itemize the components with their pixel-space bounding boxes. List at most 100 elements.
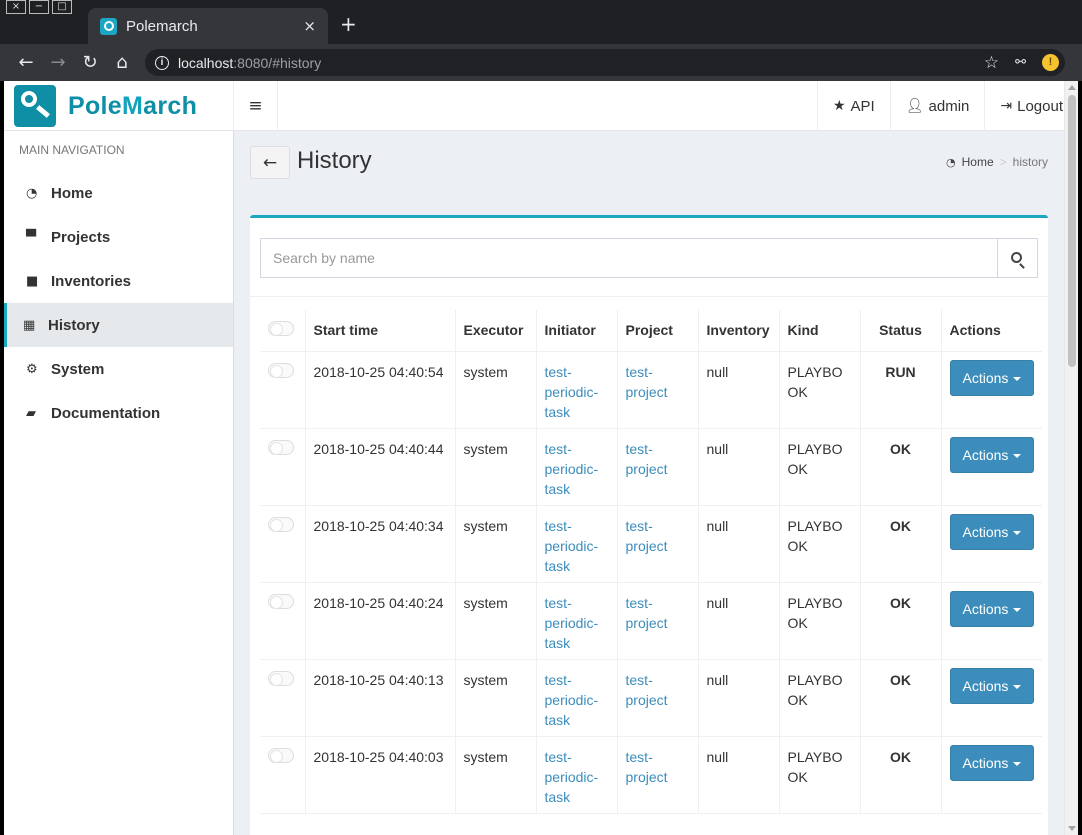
scroll-up-icon[interactable] <box>1068 85 1076 90</box>
executor-cell: system <box>455 582 537 660</box>
kind-cell: PLAYBOOK <box>779 351 861 429</box>
table-row[interactable]: 2018-10-25 04:40:24 system test-periodic-t… <box>260 582 1043 660</box>
book-icon: ▰ <box>26 405 36 421</box>
browser-tab[interactable]: Polemarch × <box>88 8 328 44</box>
kind-cell: PLAYBOOK <box>779 736 861 814</box>
sidebar-item-history[interactable]: ▦ History <box>4 303 233 347</box>
project-link[interactable]: test-project <box>626 441 668 477</box>
window-border-left <box>0 81 4 835</box>
column-header-start-time[interactable]: Start time <box>305 310 456 352</box>
sidebar-item-documentation[interactable]: ▰ Documentation <box>4 391 233 435</box>
caret-down-icon <box>1013 607 1022 612</box>
column-header-inventory[interactable]: Inventory <box>698 310 780 352</box>
initiator-cell: test-periodic-task <box>536 505 618 583</box>
dashboard-icon: ◔ <box>26 185 38 201</box>
column-header-executor[interactable]: Executor <box>455 310 537 352</box>
column-header-initiator[interactable]: Initiator <box>536 310 618 352</box>
row-select-toggle[interactable] <box>268 747 295 763</box>
row-select-toggle[interactable] <box>268 670 295 686</box>
calendar-icon: ▦ <box>23 317 36 333</box>
row-select-toggle[interactable] <box>268 439 295 455</box>
project-link[interactable]: test-project <box>626 595 668 631</box>
row-select-toggle[interactable] <box>268 362 295 378</box>
initiator-link[interactable]: test-periodic-task <box>545 518 599 574</box>
actions-cell: Actions <box>941 582 1043 660</box>
column-header-project[interactable]: Project <box>617 310 699 352</box>
row-select-toggle[interactable] <box>268 593 295 609</box>
project-link[interactable]: test-project <box>626 672 668 708</box>
update-alert-icon[interactable]: ! <box>1042 54 1059 71</box>
status-cell: OK <box>860 428 942 506</box>
address-bar[interactable]: i localhost:8080/#history ☆ ⚯ ! <box>145 49 1065 76</box>
project-link[interactable]: test-project <box>626 749 668 785</box>
back-arrow-icon[interactable]: ← <box>10 52 42 73</box>
row-select-toggle[interactable] <box>268 516 295 532</box>
vertical-scrollbar[interactable] <box>1064 81 1078 835</box>
sidebar-item-label: Inventories <box>51 272 132 290</box>
sidebar-item-label: History <box>48 316 100 334</box>
sidebar-toggle-button[interactable]: ≡ <box>234 81 278 131</box>
actions-dropdown-button[interactable]: Actions <box>949 590 1035 627</box>
new-tab-button[interactable]: + <box>340 12 357 36</box>
table-row[interactable]: 2018-10-25 04:40:34 system test-periodic-t… <box>260 505 1043 583</box>
sidebar-item-label: System <box>51 360 105 378</box>
status-cell: RUN <box>860 351 942 429</box>
sign-out-icon: ⇥ <box>1000 98 1013 114</box>
history-table: Start time Executor Initiator Project In… <box>260 310 1043 814</box>
table-row[interactable]: 2018-10-25 04:40:03 system test-periodic-t… <box>260 736 1043 814</box>
incognito-icon[interactable]: ⚯ <box>1015 55 1026 70</box>
project-cell: test-project <box>617 351 699 429</box>
sidebar-item-system[interactable]: ⚙ System <box>4 347 233 391</box>
initiator-link[interactable]: test-periodic-task <box>545 364 599 420</box>
site-info-icon[interactable]: i <box>155 55 169 70</box>
scroll-down-icon[interactable] <box>1068 826 1076 831</box>
sidebar-item-projects[interactable]: ▀ Projects <box>4 215 233 259</box>
select-all-cell <box>260 310 306 352</box>
table-row[interactable]: 2018-10-25 04:40:54 system test-periodic-t… <box>260 351 1043 429</box>
project-link[interactable]: test-project <box>626 364 668 400</box>
breadcrumb: ◔ Home > history <box>946 155 1048 169</box>
logo[interactable]: PoleMarch <box>4 81 234 131</box>
home-icon[interactable]: ⌂ <box>106 52 138 73</box>
table-row[interactable]: 2018-10-25 04:40:44 system test-periodic-t… <box>260 428 1043 506</box>
window-minimize-button[interactable]: − <box>29 0 49 14</box>
initiator-link[interactable]: test-periodic-task <box>545 595 599 651</box>
forward-arrow-icon[interactable]: → <box>42 52 74 73</box>
sidebar-item-inventories[interactable]: ■ Inventories <box>4 259 233 303</box>
status-badge: OK <box>890 748 911 765</box>
initiator-link[interactable]: test-periodic-task <box>545 749 599 805</box>
search-button[interactable] <box>997 239 1037 277</box>
initiator-link[interactable]: test-periodic-task <box>545 441 599 497</box>
actions-dropdown-button[interactable]: Actions <box>949 667 1035 704</box>
back-button[interactable]: ← <box>250 146 290 179</box>
caret-down-icon <box>1013 376 1022 381</box>
actions-dropdown-button[interactable]: Actions <box>949 436 1035 473</box>
project-cell: test-project <box>617 582 699 660</box>
tab-close-icon[interactable]: × <box>303 17 316 35</box>
api-label: API <box>850 97 875 115</box>
sidebar-item-home[interactable]: ◔ Home <box>4 171 233 215</box>
executor-cell: system <box>455 659 537 737</box>
scrollbar-thumb[interactable] <box>1068 95 1076 367</box>
window-maximize-button[interactable]: □ <box>52 0 72 14</box>
user-link[interactable]: 👤︎ admin <box>889 81 985 131</box>
actions-dropdown-button[interactable]: Actions <box>949 744 1035 781</box>
api-link[interactable]: ★ API <box>816 81 890 131</box>
actions-dropdown-button[interactable]: Actions <box>949 513 1035 550</box>
search-input[interactable] <box>261 239 997 277</box>
reload-icon[interactable]: ↻ <box>74 52 106 73</box>
column-header-status[interactable]: Status <box>860 310 942 352</box>
project-link[interactable]: test-project <box>626 518 668 554</box>
column-header-kind[interactable]: Kind <box>779 310 861 352</box>
executor-cell: system <box>455 428 537 506</box>
status-cell: OK <box>860 736 942 814</box>
arrow-left-icon: ← <box>262 152 278 173</box>
window-close-button[interactable]: × <box>6 0 26 14</box>
table-row[interactable]: 2018-10-25 04:40:13 system test-periodic-t… <box>260 659 1043 737</box>
initiator-link[interactable]: test-periodic-task <box>545 672 599 728</box>
bookmark-star-icon[interactable]: ☆ <box>984 53 999 73</box>
kind-cell: PLAYBOOK <box>779 659 861 737</box>
actions-dropdown-button[interactable]: Actions <box>949 359 1035 396</box>
breadcrumb-home-link[interactable]: Home <box>962 155 994 169</box>
select-all-toggle[interactable] <box>268 321 295 337</box>
